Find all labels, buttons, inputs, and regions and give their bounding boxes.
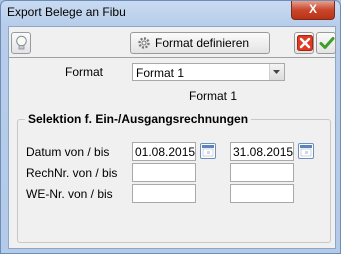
window-title: Export Belege an Fibu bbox=[7, 5, 126, 19]
date-from-calendar-button[interactable] bbox=[200, 143, 216, 159]
window-close-button[interactable]: X bbox=[291, 1, 335, 20]
invoice-no-from-input[interactable] bbox=[132, 163, 196, 182]
selection-group-title: Selektion f. Ein-/Ausgangsrechnungen bbox=[25, 112, 252, 126]
we-no-to-input[interactable] bbox=[230, 184, 294, 203]
format-define-button[interactable]: Format definieren bbox=[130, 32, 270, 54]
invoice-no-range-label: RechNr. von / bis bbox=[26, 166, 118, 180]
date-to-calendar-button[interactable] bbox=[298, 143, 314, 159]
invoice-no-to-input[interactable] bbox=[230, 163, 294, 182]
lightbulb-icon bbox=[16, 35, 27, 50]
hint-button[interactable] bbox=[11, 32, 31, 54]
toolbar: Format definieren bbox=[9, 27, 336, 58]
date-to-input[interactable]: 31.08.2015 bbox=[230, 142, 294, 161]
cancel-button[interactable] bbox=[294, 32, 314, 54]
date-from-input[interactable]: 01.08.2015 bbox=[132, 142, 196, 161]
format-label: Format bbox=[65, 65, 104, 79]
format-dropdown-button[interactable] bbox=[269, 64, 284, 80]
chevron-down-icon bbox=[273, 70, 280, 74]
format-define-label: Format definieren bbox=[155, 36, 250, 50]
we-no-range-label: WE-Nr. von / bis bbox=[26, 187, 113, 201]
date-range-label: Datum von / bis bbox=[26, 145, 110, 159]
checkmark-icon bbox=[319, 37, 335, 49]
format-display-name: Format 1 bbox=[189, 89, 238, 103]
calendar-icon bbox=[202, 145, 214, 157]
cancel-icon bbox=[297, 35, 313, 51]
we-no-from-input[interactable] bbox=[132, 184, 196, 203]
export-window: Export Belege an Fibu X Format definiere… bbox=[0, 0, 341, 254]
dialog-body: Format definieren Format Format 1 Format… bbox=[8, 26, 336, 249]
format-select[interactable]: Format 1 bbox=[132, 63, 285, 81]
format-select-value: Format 1 bbox=[136, 66, 185, 80]
calendar-icon bbox=[300, 145, 312, 157]
gear-icon bbox=[138, 37, 150, 49]
ok-button[interactable] bbox=[316, 32, 336, 54]
